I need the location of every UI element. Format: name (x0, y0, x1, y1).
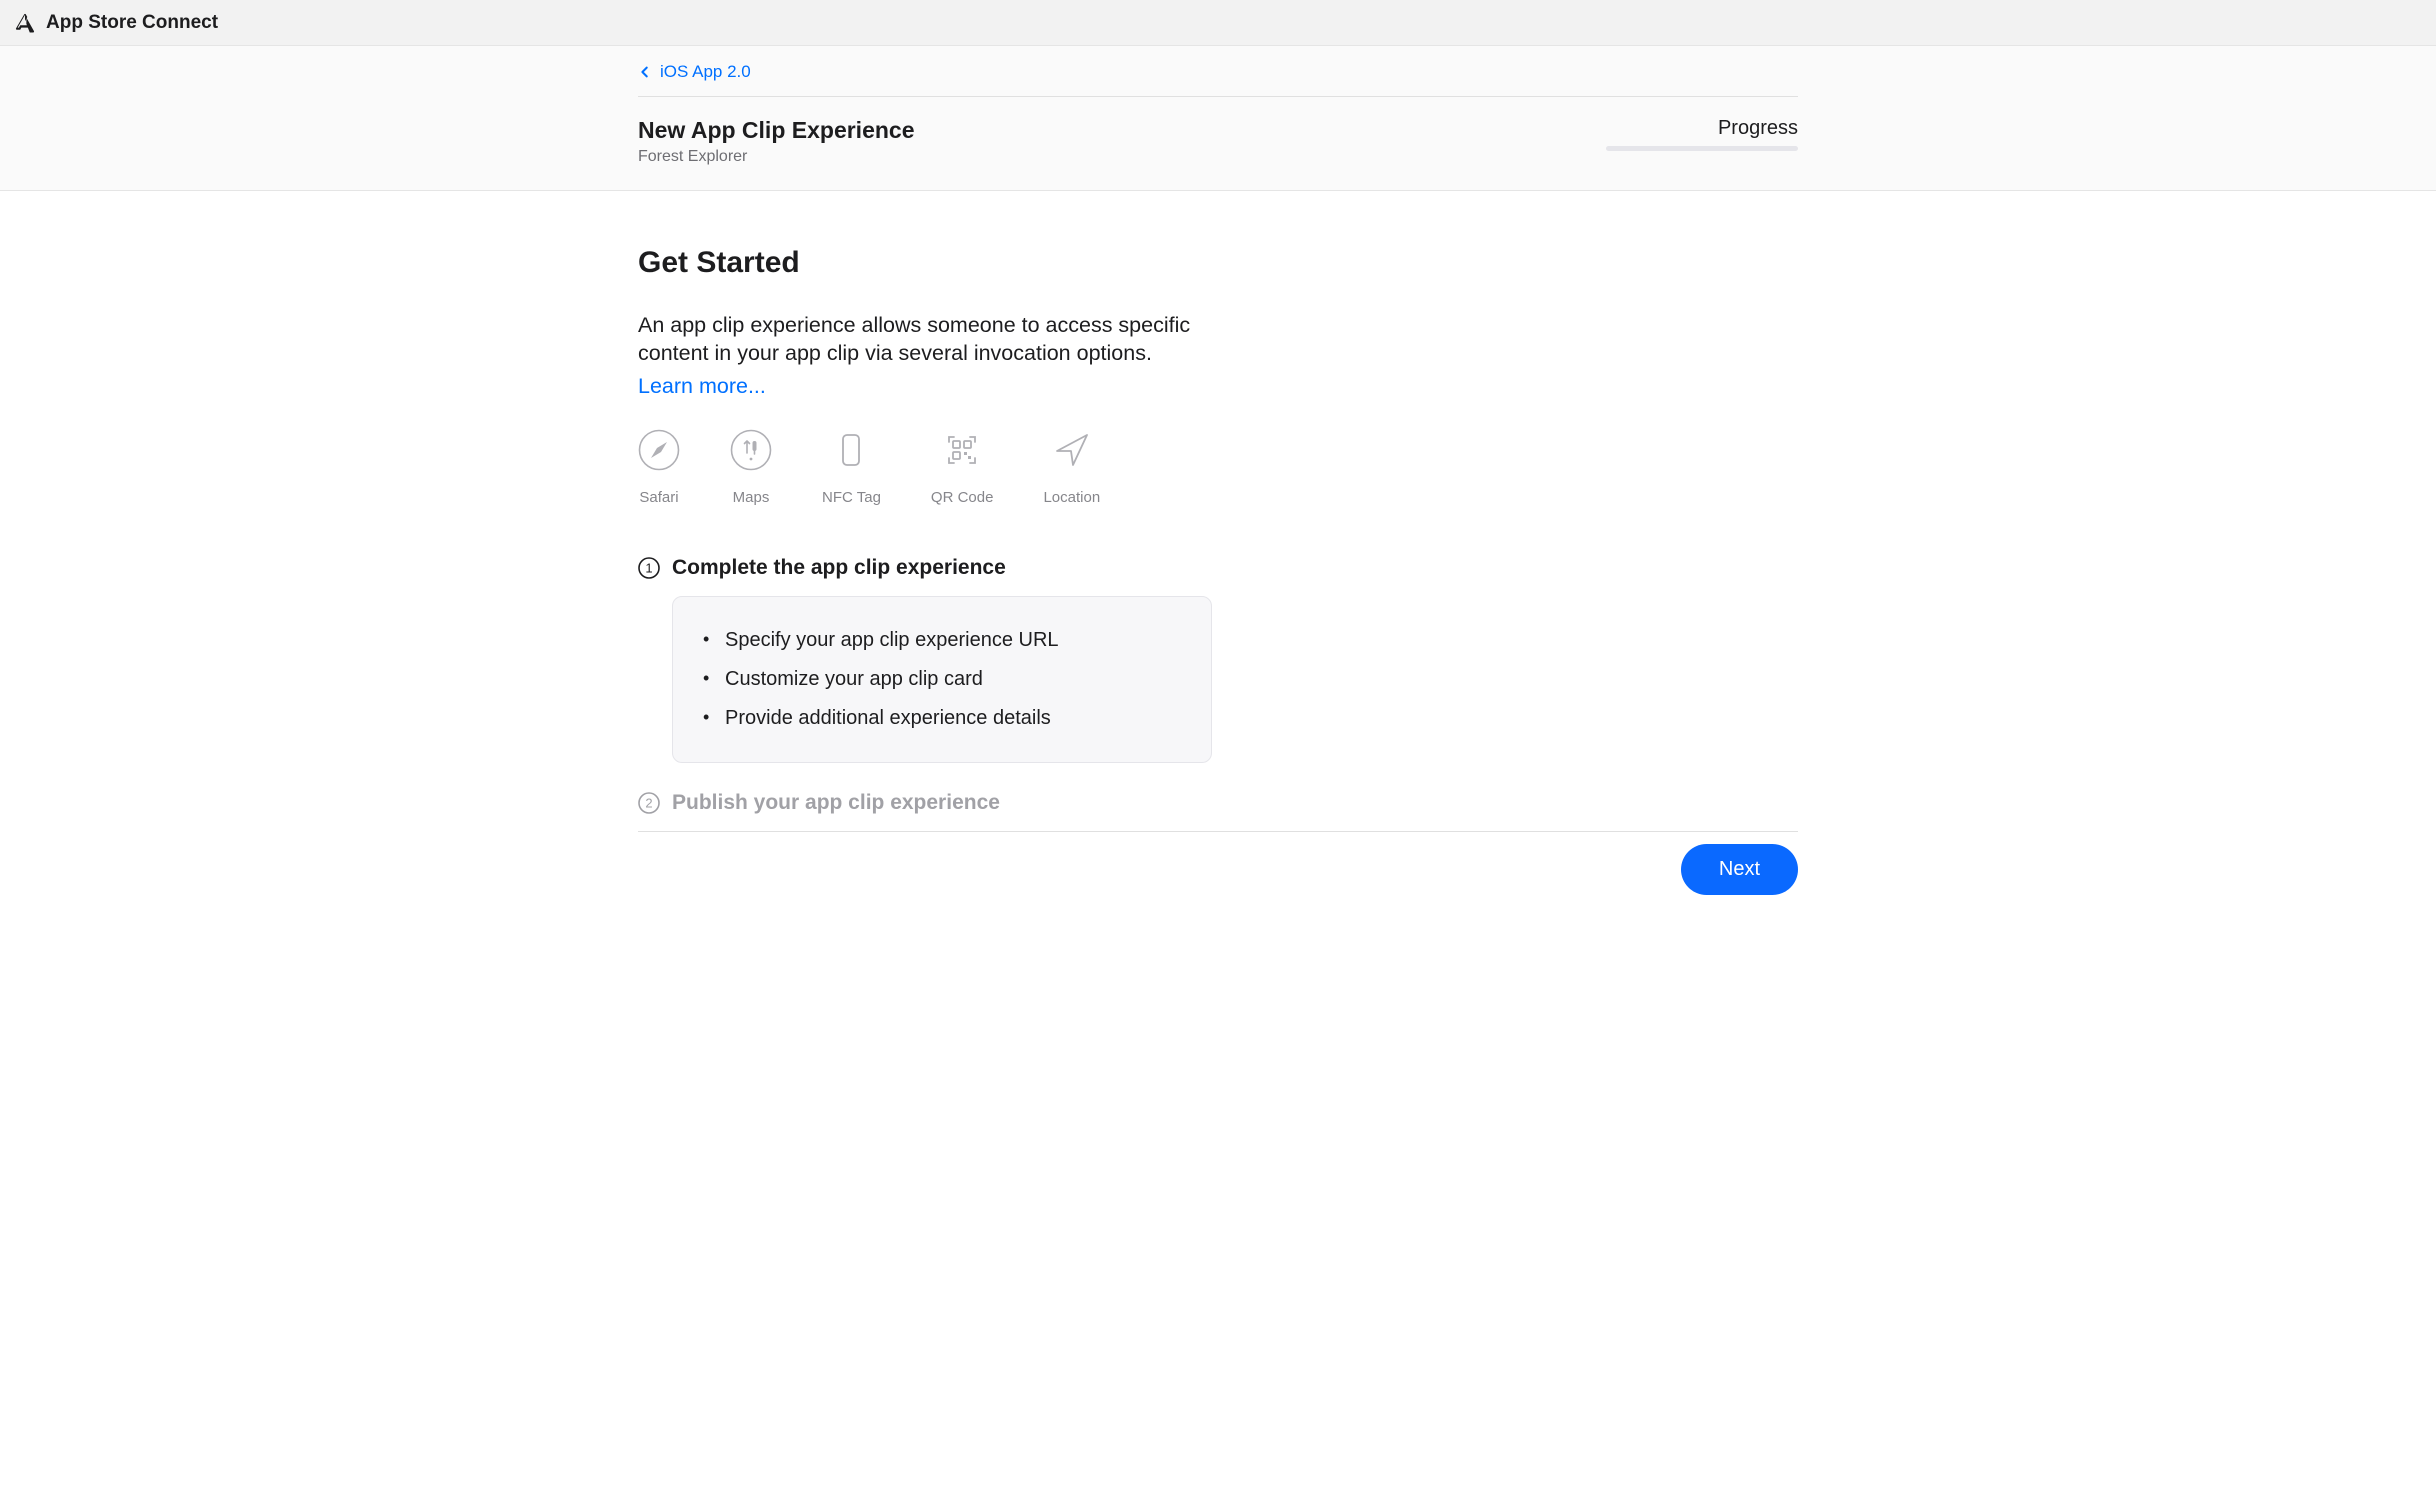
next-button[interactable]: Next (1681, 844, 1798, 895)
step-2-header: 2 Publish your app clip experience (638, 791, 1798, 815)
invocation-location: Location (1043, 429, 1100, 506)
maps-icon (730, 429, 772, 471)
section-heading: Get Started (638, 246, 1798, 280)
step-1-details-box: Specify your app clip experience URL Cus… (672, 596, 1212, 763)
breadcrumb-label: iOS App 2.0 (660, 62, 751, 82)
main-content: Get Started An app clip experience allow… (628, 191, 1808, 832)
safari-icon (638, 429, 680, 471)
breadcrumb-row: iOS App 2.0 (638, 46, 1798, 97)
progress-label: Progress (1606, 117, 1798, 140)
step-2-title: Publish your app clip experience (672, 791, 1000, 815)
invocation-label: Maps (733, 489, 770, 506)
svg-text:1: 1 (645, 560, 652, 575)
page-title: New App Clip Experience (638, 117, 1606, 144)
invocation-label: Location (1043, 489, 1100, 506)
invocation-label: NFC Tag (822, 489, 881, 506)
step-1-header: 1 Complete the app clip experience (638, 556, 1798, 580)
qr-code-icon (941, 429, 983, 471)
location-icon (1051, 429, 1093, 471)
step-2-number-icon: 2 (638, 792, 660, 814)
svg-text:2: 2 (645, 795, 652, 810)
progress-bar (1606, 146, 1798, 151)
topbar-title: App Store Connect (46, 12, 218, 34)
step-1-item: Specify your app clip experience URL (703, 621, 1181, 660)
chevron-left-icon (638, 65, 652, 79)
invocation-icons-row: Safari Maps NFC Tag (638, 429, 1798, 506)
step-1-number-icon: 1 (638, 557, 660, 579)
invocation-maps: Maps (730, 429, 772, 506)
invocation-safari: Safari (638, 429, 680, 506)
step-1-item: Customize your app clip card (703, 660, 1181, 699)
page-subtitle: Forest Explorer (638, 148, 1606, 166)
nfc-icon (830, 429, 872, 471)
invocation-nfc: NFC Tag (822, 429, 881, 506)
topbar: App Store Connect (0, 0, 2436, 46)
footer-actions: Next (628, 832, 1808, 925)
invocation-label: Safari (639, 489, 678, 506)
invocation-label: QR Code (931, 489, 994, 506)
app-store-connect-logo-icon (14, 12, 36, 34)
step-1-title: Complete the app clip experience (672, 556, 1006, 580)
breadcrumb-back-link[interactable]: iOS App 2.0 (638, 62, 751, 82)
progress-block: Progress (1606, 117, 1798, 151)
invocation-qr: QR Code (931, 429, 994, 506)
learn-more-link[interactable]: Learn more... (638, 374, 766, 399)
step-1-item: Provide additional experience details (703, 699, 1181, 738)
intro-description: An app clip experience allows someone to… (638, 312, 1198, 368)
page-header: iOS App 2.0 New App Clip Experience Fore… (0, 46, 2436, 191)
